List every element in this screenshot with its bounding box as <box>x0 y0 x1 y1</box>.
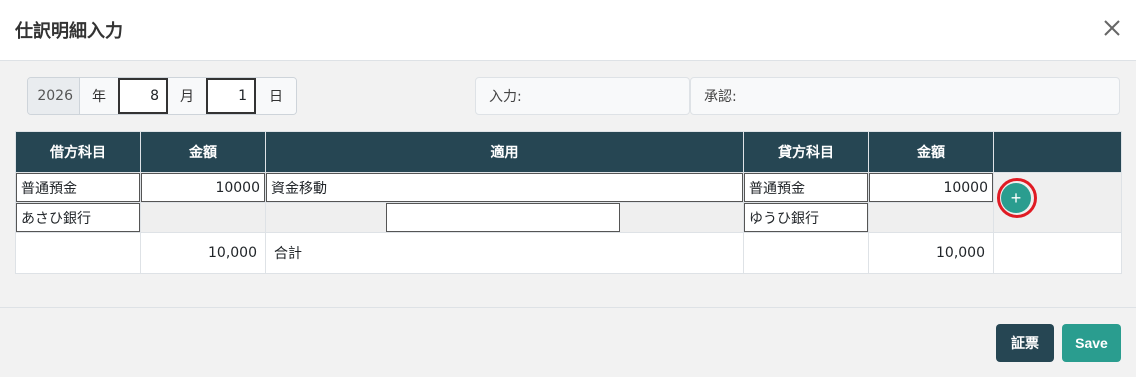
input-stamp-field: 入力: <box>475 77 690 115</box>
debit-account-input[interactable] <box>16 173 140 202</box>
dialog-footer: 証票 Save <box>0 307 1136 377</box>
day-input[interactable] <box>206 78 256 114</box>
credit-amount-input[interactable] <box>869 173 993 202</box>
month-input[interactable] <box>118 78 168 114</box>
debit-subaccount-input[interactable] <box>16 203 140 232</box>
year-unit: 年 <box>80 78 118 114</box>
table-row: + <box>15 172 1122 233</box>
credit-total: 10,000 <box>868 232 994 274</box>
table-row <box>15 202 1122 233</box>
description-input[interactable] <box>266 173 743 202</box>
empty-cell <box>15 232 141 274</box>
year-value: 2026 <box>28 78 80 114</box>
journal-table: 借方科目 金額 適用 貸方科目 金額 + <box>15 131 1122 274</box>
total-label: 合計 <box>265 232 744 274</box>
empty-cell <box>743 232 869 274</box>
header-actions <box>993 131 1122 173</box>
dialog-header: 仕訳明細入力 <box>0 0 1136 61</box>
day-unit: 日 <box>256 78 296 114</box>
header-debit-amount: 金額 <box>140 131 266 173</box>
empty-cell <box>868 202 994 233</box>
description-extra-input[interactable] <box>386 203 620 232</box>
header-credit-account: 貸方科目 <box>743 131 869 173</box>
empty-cell <box>140 202 266 233</box>
empty-cell <box>993 232 1122 274</box>
header-credit-amount: 金額 <box>868 131 994 173</box>
dialog-title: 仕訳明細入力 <box>15 21 123 42</box>
credit-subaccount-input[interactable] <box>744 203 868 232</box>
journal-entry-dialog: 仕訳明細入力 2026 年 月 日 入力: 承認: 借方科目 金額 <box>0 0 1136 377</box>
dialog-body: 2026 年 月 日 入力: 承認: 借方科目 金額 適用 貸方科目 金額 <box>0 61 1136 307</box>
header-description: 適用 <box>265 131 744 173</box>
add-row-button[interactable]: + <box>1001 183 1031 213</box>
debit-amount-input[interactable] <box>141 173 265 202</box>
header-debit-account: 借方科目 <box>15 131 141 173</box>
total-row: 10,000 合計 10,000 <box>15 232 1122 274</box>
approval-stamp-field: 承認: <box>690 77 1120 115</box>
close-icon[interactable] <box>1102 18 1122 38</box>
row-action-cell: + <box>993 172 1122 233</box>
voucher-button[interactable]: 証票 <box>996 324 1054 362</box>
debit-total: 10,000 <box>140 232 266 274</box>
save-button[interactable]: Save <box>1062 324 1121 362</box>
date-input-group: 2026 年 月 日 <box>27 77 297 115</box>
month-unit: 月 <box>168 78 206 114</box>
table-header-row: 借方科目 金額 適用 貸方科目 金額 <box>15 131 1122 173</box>
credit-account-input[interactable] <box>744 173 868 202</box>
